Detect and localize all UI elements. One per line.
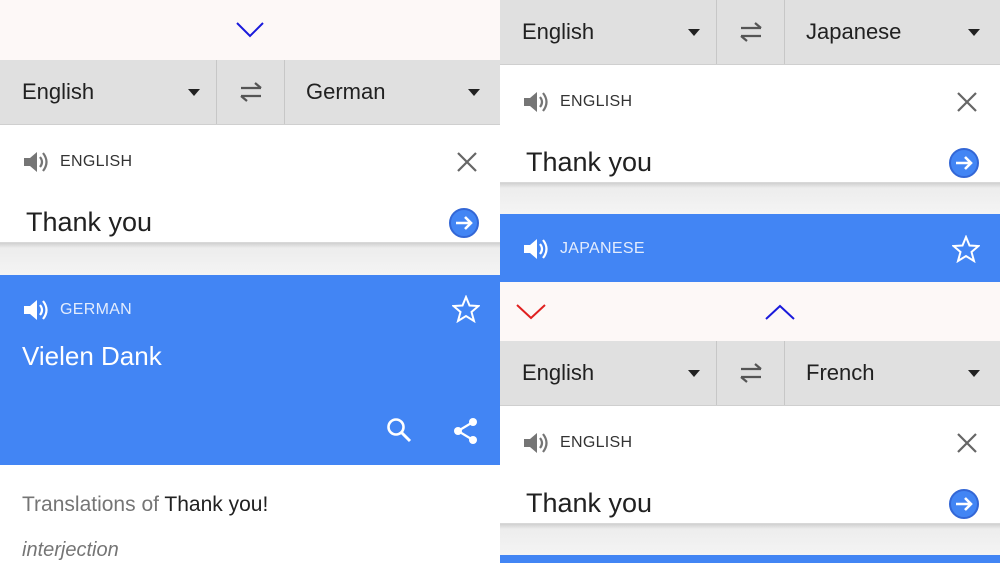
result-card: GERMAN Vielen Dank [0, 275, 500, 465]
target-language-label: Japanese [806, 19, 902, 44]
dropdown-caret-icon [688, 28, 700, 36]
target-language-label: German [306, 79, 386, 104]
translations-label: Translations of [22, 493, 159, 516]
swap-icon [739, 22, 762, 42]
result-language-row: GERMAN [22, 297, 132, 323]
star-icon [950, 234, 982, 264]
target-language-select[interactable]: French [806, 341, 986, 405]
speaker-icon[interactable] [522, 236, 550, 262]
input-text[interactable]: Thank you [526, 147, 652, 178]
input-language-label: ENGLISH [560, 93, 633, 110]
dropdown-caret-icon [188, 88, 200, 96]
speaker-icon[interactable] [22, 297, 50, 323]
language-bar: English German [0, 60, 500, 125]
source-language-select[interactable]: English [522, 0, 706, 64]
top-collapse-area [0, 0, 500, 60]
input-language-row: ENGLISH [522, 89, 632, 115]
arrow-right-circle-icon [949, 489, 979, 519]
left-screen: English German ENGLISH Thank you GERMAN … [0, 0, 500, 563]
right-screen: English Japanese ENGLISH Thank you JAPAN… [500, 0, 1000, 563]
translate-button[interactable] [948, 147, 980, 184]
star-icon [450, 294, 482, 324]
input-language-row: ENGLISH [522, 430, 632, 456]
translate-button[interactable] [448, 207, 480, 244]
language-bar: English Japanese [500, 0, 1000, 65]
search-button[interactable] [386, 417, 412, 448]
result-card: JAPANESE [500, 214, 1000, 282]
divider [500, 524, 1000, 555]
language-bar: English French [500, 341, 1000, 406]
chevron-down-icon[interactable] [516, 304, 546, 320]
source-language-label: English [522, 19, 595, 44]
clear-input-button[interactable] [456, 151, 478, 178]
swap-languages-button[interactable] [216, 60, 285, 124]
source-language-label: English [22, 79, 95, 104]
dropdown-caret-icon [968, 28, 980, 36]
dropdown-caret-icon [688, 369, 700, 377]
share-icon [454, 418, 477, 444]
result-text: Vielen Dank [22, 341, 162, 371]
translations-heading: Translations of Thank you! [22, 493, 268, 517]
star-button[interactable] [950, 234, 982, 268]
swap-languages-button[interactable] [716, 0, 785, 64]
input-text[interactable]: Thank you [526, 488, 652, 519]
result-language-row: JAPANESE [522, 236, 645, 262]
input-language-label: ENGLISH [560, 434, 633, 451]
input-language-row: ENGLISH [22, 149, 132, 175]
swap-icon [739, 363, 762, 383]
close-icon [957, 433, 977, 453]
translations-section: Translations of Thank you! interjection [0, 465, 500, 563]
source-language-select[interactable]: English [22, 60, 206, 124]
speaker-icon[interactable] [522, 89, 550, 115]
result-language-label: GERMAN [60, 301, 133, 318]
close-icon [457, 152, 477, 172]
share-button[interactable] [452, 417, 480, 450]
source-language-label: English [522, 360, 595, 385]
source-language-select[interactable]: English [522, 341, 706, 405]
input-card: ENGLISH Thank you [500, 406, 1000, 524]
speaker-icon[interactable] [22, 149, 50, 175]
clear-input-button[interactable] [956, 432, 978, 459]
input-card: ENGLISH Thank you [500, 65, 1000, 183]
dropdown-caret-icon [468, 88, 480, 96]
target-language-select[interactable]: Japanese [806, 0, 986, 64]
speaker-icon[interactable] [522, 430, 550, 456]
result-card [500, 555, 1000, 563]
clear-input-button[interactable] [956, 91, 978, 118]
transition-area [500, 282, 1000, 341]
swap-icon [239, 82, 262, 102]
close-icon [957, 92, 977, 112]
arrow-right-circle-icon [449, 208, 479, 238]
search-icon [387, 418, 412, 443]
input-card: ENGLISH Thank you [0, 125, 500, 243]
divider [0, 243, 500, 275]
swap-languages-button[interactable] [716, 341, 785, 405]
target-language-select[interactable]: German [306, 60, 486, 124]
translations-phrase: Thank you! [164, 493, 269, 516]
translate-button[interactable] [948, 488, 980, 525]
dropdown-caret-icon [968, 369, 980, 377]
divider [500, 183, 1000, 214]
chevron-up-icon[interactable] [765, 304, 795, 320]
target-language-label: French [806, 360, 875, 385]
star-button[interactable] [450, 294, 482, 328]
arrow-right-circle-icon [949, 148, 979, 178]
result-language-label: JAPANESE [560, 240, 645, 257]
input-language-label: ENGLISH [60, 153, 133, 170]
input-text[interactable]: Thank you [26, 207, 152, 238]
part-of-speech: interjection [22, 539, 119, 561]
chevron-down-icon[interactable] [236, 22, 264, 38]
